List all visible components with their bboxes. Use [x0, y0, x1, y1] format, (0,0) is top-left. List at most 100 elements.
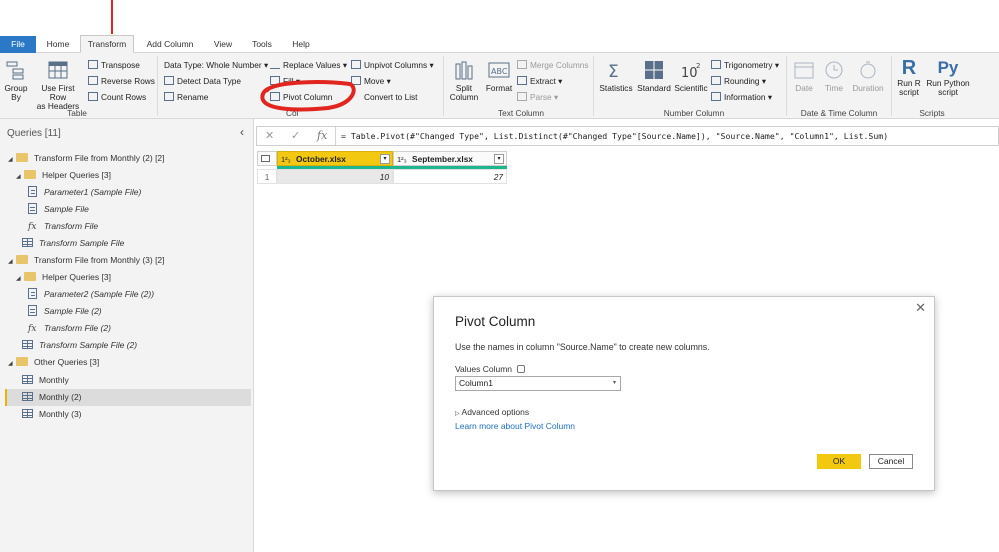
- trigonometry-label: Trigonometry: [724, 60, 773, 70]
- type-number-icon: 1²₃: [281, 155, 291, 164]
- query-item[interactable]: Transform Sample File (2): [22, 337, 137, 354]
- statistics-button[interactable]: Σ Statistics: [597, 60, 635, 93]
- close-icon[interactable]: ✕: [915, 300, 926, 316]
- tab-help[interactable]: Help: [285, 36, 317, 53]
- chevron-down-icon: ▾: [761, 76, 767, 86]
- values-column-select[interactable]: Column1 ▾: [455, 376, 621, 391]
- table-icon: [22, 409, 33, 418]
- query-group-item[interactable]: ◢ Other Queries [3]: [8, 354, 99, 371]
- split-column-button[interactable]: Split Column: [447, 60, 481, 102]
- query-item[interactable]: Transform Sample File: [22, 235, 124, 252]
- replace-values-button[interactable]: Replace Values ▾: [270, 60, 347, 70]
- merge-columns-button[interactable]: Merge Columns: [517, 60, 589, 70]
- trigonometry-button[interactable]: Trigonometry ▾: [711, 60, 779, 70]
- reverse-rows-button[interactable]: Reverse Rows: [88, 76, 155, 86]
- query-item[interactable]: Monthly: [22, 372, 69, 389]
- scientific-button[interactable]: 10 2 Scientific: [673, 60, 709, 93]
- query-label: Transform File from Monthly (2) [2]: [34, 153, 165, 163]
- scientific-label: Scientific: [674, 83, 708, 93]
- query-group-item[interactable]: ◢ Transform File from Monthly (2) [2]: [8, 150, 165, 167]
- query-item[interactable]: Sample File (2): [28, 303, 102, 320]
- parse-button[interactable]: Parse ▾: [517, 92, 558, 102]
- queries-header: Queries [11]: [7, 128, 61, 139]
- commit-formula-icon[interactable]: ✓: [291, 129, 300, 142]
- ok-button[interactable]: OK: [817, 454, 861, 469]
- cancel-formula-icon[interactable]: ✕: [265, 129, 274, 142]
- query-item-selected[interactable]: Monthly (2): [7, 389, 251, 406]
- column-header[interactable]: 1²₃ October.xlsx ▾: [277, 151, 393, 166]
- standard-operations-icon: [645, 61, 663, 79]
- query-group-item[interactable]: ◢ Helper Queries [3]: [16, 269, 111, 286]
- tab-file[interactable]: File: [0, 36, 36, 53]
- python-logo-icon: Py: [937, 58, 959, 77]
- tab-transform[interactable]: Transform: [80, 35, 134, 53]
- collapse-pane-icon[interactable]: ‹: [240, 125, 244, 139]
- extract-button[interactable]: Extract ▾: [517, 76, 562, 86]
- unpivot-columns-button[interactable]: Unpivot Columns ▾: [351, 60, 434, 70]
- column-header[interactable]: 1²₃ September.xlsx ▾: [393, 151, 507, 166]
- rounding-button[interactable]: Rounding ▾: [711, 76, 766, 86]
- formula-input[interactable]: = Table.Pivot(#"Changed Type", List.Dist…: [341, 131, 888, 141]
- query-item[interactable]: Monthly (3): [22, 406, 82, 423]
- table-menu-button[interactable]: [257, 151, 277, 166]
- convert-to-list-button[interactable]: Convert to List: [351, 92, 418, 102]
- use-first-row-headers-button[interactable]: Use First Row as Headers: [32, 60, 84, 111]
- tab-view[interactable]: View: [206, 36, 240, 53]
- date-button[interactable]: Date: [790, 60, 818, 93]
- duration-button[interactable]: Duration: [850, 60, 886, 93]
- trigonometry-icon: [711, 60, 721, 69]
- cancel-button[interactable]: Cancel: [869, 454, 913, 469]
- query-label: Sample File (2): [44, 306, 102, 316]
- query-item[interactable]: Parameter1 (Sample File): [28, 184, 141, 201]
- function-icon: fx: [28, 222, 37, 232]
- count-rows-icon: [88, 92, 98, 101]
- tab-tools[interactable]: Tools: [245, 36, 279, 53]
- time-button[interactable]: Time: [820, 60, 848, 93]
- reverse-rows-icon: [88, 76, 98, 85]
- table-cell[interactable]: 10: [277, 169, 393, 184]
- ribbon-tab-bar: File Home Transform Add Column View Tool…: [0, 35, 999, 53]
- query-group-item[interactable]: ◢ Helper Queries [3]: [16, 167, 111, 184]
- query-item[interactable]: fx Transform File (2): [28, 320, 111, 337]
- tab-home[interactable]: Home: [40, 36, 76, 53]
- parse-icon: [517, 92, 527, 101]
- query-group-item[interactable]: ◢ Transform File from Monthly (3) [2]: [8, 252, 165, 269]
- group-by-button[interactable]: Group By: [3, 60, 29, 102]
- row-number: 1: [257, 169, 277, 184]
- column-filter-dropdown-icon[interactable]: ▾: [494, 154, 504, 164]
- table-cell[interactable]: 27: [393, 169, 507, 184]
- query-item[interactable]: Sample File: [28, 201, 89, 218]
- learn-more-link[interactable]: Learn more about Pivot Column: [455, 421, 575, 431]
- detect-data-type-button[interactable]: Detect Data Type: [164, 76, 241, 86]
- rounding-label: Rounding: [724, 76, 760, 86]
- unpivot-columns-label: Unpivot Columns: [364, 60, 428, 70]
- format-button[interactable]: ABC Format: [484, 60, 514, 93]
- transpose-button[interactable]: Transpose: [88, 60, 140, 70]
- insert-function-icon[interactable]: fx: [317, 129, 327, 142]
- information-button[interactable]: Information ▾: [711, 92, 772, 102]
- rename-button[interactable]: Rename: [164, 92, 208, 102]
- query-item[interactable]: fx Transform File: [28, 218, 98, 235]
- query-label: Sample File: [44, 204, 89, 214]
- run-r-script-button[interactable]: R Run R script: [895, 57, 923, 97]
- count-rows-button[interactable]: Count Rows: [88, 92, 146, 102]
- column-filter-dropdown-icon[interactable]: ▾: [380, 154, 390, 164]
- move-label: Move: [364, 76, 385, 86]
- tab-add-column[interactable]: Add Column: [140, 36, 200, 53]
- statistics-sigma-icon: Σ: [608, 62, 619, 82]
- folder-icon: [16, 153, 28, 162]
- format-label: Format: [485, 83, 513, 93]
- query-label: Transform Sample File (2): [39, 340, 138, 350]
- advanced-options-toggle[interactable]: ▷ Advanced options: [455, 407, 529, 417]
- annotation-red-line: [111, 0, 113, 34]
- reverse-rows-label: Reverse Rows: [101, 76, 155, 86]
- duration-label: Duration: [852, 83, 884, 93]
- annotation-red-circle: [260, 80, 356, 112]
- data-type-dropdown[interactable]: Data Type: Whole Number ▾: [164, 60, 268, 70]
- standard-button[interactable]: Standard: [636, 60, 672, 93]
- chevron-down-icon: ▾: [612, 380, 616, 386]
- advanced-options-label: Advanced options: [461, 407, 530, 417]
- query-item[interactable]: Parameter2 (Sample File (2)): [28, 286, 154, 303]
- run-python-script-button[interactable]: Py Run Python script: [925, 57, 971, 97]
- query-label: Helper Queries [3]: [42, 272, 111, 282]
